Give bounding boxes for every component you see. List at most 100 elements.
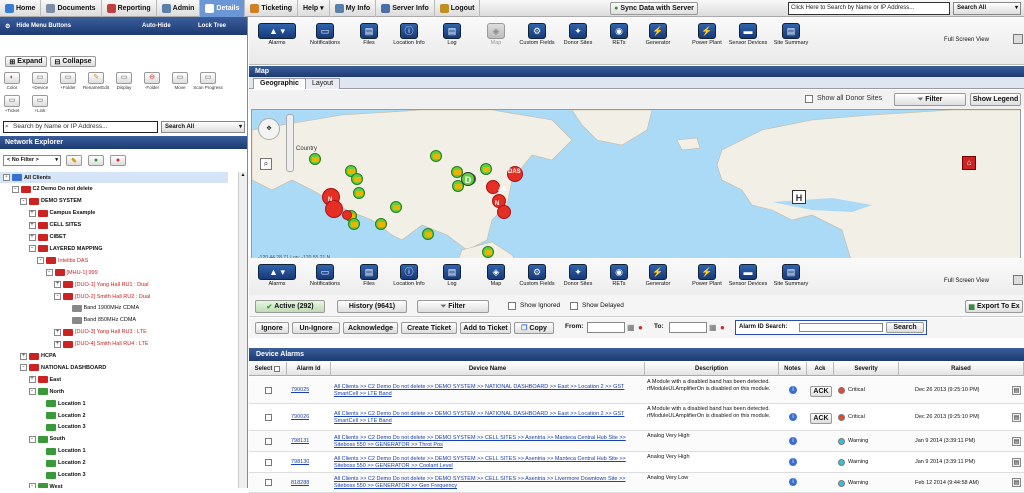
- collapse-node-icon[interactable]: -: [11, 185, 19, 193]
- action-copy[interactable]: ❐ Copy: [514, 322, 554, 334]
- tree-node[interactable]: + CELL SITES: [0, 220, 81, 231]
- auto-hide-toggle[interactable]: Auto-Hide: [142, 23, 171, 29]
- nav-details[interactable]: Details: [200, 0, 246, 17]
- tree-node[interactable]: - South: [0, 434, 65, 445]
- row-edit-icon[interactable]: ▤: [1012, 412, 1021, 422]
- nav-help[interactable]: Help ▾: [298, 0, 330, 17]
- ribbon-files[interactable]: ▤ Files: [349, 23, 389, 46]
- column-header-severity[interactable]: Severity: [834, 362, 899, 376]
- collapse-node-icon[interactable]: -: [28, 388, 36, 396]
- collapse-node-icon[interactable]: -: [20, 364, 27, 372]
- table-row[interactable]: 798130 All Clients >> C2 Demo Do not dele…: [249, 452, 1024, 473]
- map-tab-layout[interactable]: Layout: [305, 78, 341, 89]
- collapse-button[interactable]: ⊟ Collapse: [50, 56, 96, 67]
- map-marker-label[interactable]: N: [493, 200, 501, 208]
- add-filter-button[interactable]: ●: [88, 155, 104, 166]
- tree-node[interactable]: Location 3: [0, 470, 86, 481]
- collapse-node-icon[interactable]: -: [28, 435, 36, 443]
- site-marker-green[interactable]: [353, 187, 365, 199]
- sync-data-button[interactable]: ● Sync Data with Server: [610, 2, 698, 15]
- ribbon-notifications[interactable]: ▭ Notifications: [305, 23, 345, 46]
- remove-filter-button[interactable]: ●: [110, 155, 126, 166]
- row-edit-icon[interactable]: ▤: [1012, 385, 1021, 395]
- show-legend-button[interactable]: Show Legend: [970, 93, 1021, 106]
- ribbon-generator[interactable]: ⚡ Generator: [638, 23, 678, 46]
- info-icon[interactable]: i: [789, 385, 797, 394]
- tool-display[interactable]: ▭ Display: [112, 72, 136, 90]
- collapse-node-icon[interactable]: -: [45, 269, 53, 277]
- export-excel-button[interactable]: ▦ Export To Ex: [965, 300, 1023, 313]
- site-marker-green[interactable]: [348, 218, 360, 230]
- alarm-id-link[interactable]: 818288: [291, 473, 309, 493]
- column-header-select[interactable]: Select: [249, 362, 287, 376]
- tree-node[interactable]: Location 2: [0, 458, 86, 469]
- alarm-id-input[interactable]: [799, 323, 883, 332]
- ribbon-log[interactable]: ▤ Log: [432, 264, 472, 287]
- tree-node[interactable]: Location 1: [0, 446, 86, 457]
- tree-node[interactable]: + HCPA: [0, 351, 56, 362]
- tree-node[interactable]: + [DUO-1] Yang Hall RU1 : Dual: [0, 279, 148, 290]
- hide-menu-buttons[interactable]: Hide Menu Buttons: [16, 23, 71, 29]
- nav-documents[interactable]: Documents: [41, 0, 102, 17]
- ribbon-location-info[interactable]: ⓘ Location Info: [389, 23, 429, 46]
- map-pan-control[interactable]: ✥: [258, 118, 280, 140]
- tree-search-scope[interactable]: Search All ▾: [161, 121, 245, 133]
- ribbon-map[interactable]: ◈ Map: [476, 264, 516, 287]
- tree-search-input[interactable]: ⌕ Search by Name or IP Address...: [3, 121, 158, 133]
- collapse-node-icon[interactable]: -: [3, 174, 10, 181]
- tool-move[interactable]: ▭ Move: [168, 72, 192, 90]
- ribbon-rets[interactable]: ◉ RETs: [599, 23, 639, 46]
- calendar-icon[interactable]: ▦: [627, 323, 635, 332]
- tool-scan-progress[interactable]: ▭ Scan Progress: [193, 72, 223, 90]
- map-marker-label[interactable]: H: [792, 190, 806, 204]
- tree-node[interactable]: - NATIONAL DASHBOARD: [0, 362, 106, 373]
- tree-node[interactable]: + East: [0, 374, 61, 385]
- expand-node-icon[interactable]: +: [54, 340, 61, 348]
- ribbon-alarms[interactable]: ▲ ▾ Alarms: [251, 264, 303, 287]
- ribbon-map[interactable]: ◈ Map: [476, 23, 516, 46]
- map-marker-label[interactable]: D: [461, 172, 475, 186]
- map-zoom-slider[interactable]: [286, 114, 294, 172]
- edit-filter-button[interactable]: ✎: [66, 155, 82, 166]
- site-marker-green[interactable]: [351, 173, 363, 185]
- map-filter-button[interactable]: ⏷ Filter: [894, 93, 966, 106]
- tree-scrollbar[interactable]: ▲: [238, 172, 247, 488]
- row-select-checkbox[interactable]: [265, 413, 272, 421]
- tool--ticket[interactable]: ▭ +Ticket: [0, 95, 24, 113]
- column-header-ack[interactable]: Ack: [807, 362, 834, 376]
- zoom-in-icon[interactable]: ⌕: [260, 158, 272, 170]
- tool--device[interactable]: ▭ +Device: [28, 72, 52, 90]
- collapse-node-icon[interactable]: -: [20, 197, 27, 205]
- ribbon-notifications[interactable]: ▭ Notifications: [305, 264, 345, 287]
- ack-button[interactable]: ACK: [810, 412, 832, 424]
- lock-tree-toggle[interactable]: Lock Tree: [198, 23, 226, 29]
- to-date-input[interactable]: [669, 322, 707, 333]
- ribbon-site-summary[interactable]: ▤ Site Summary: [771, 23, 811, 46]
- tree-filter-select[interactable]: < No Filter > ▾: [3, 155, 61, 166]
- device-name-link[interactable]: All Clients >> C2 Demo Do not delete >> …: [334, 431, 640, 452]
- expand-node-icon[interactable]: +: [54, 281, 61, 289]
- column-header-description[interactable]: Description: [645, 362, 779, 376]
- ribbon-generator[interactable]: ⚡ Generator: [638, 264, 678, 287]
- nav-admin[interactable]: Admin: [157, 0, 201, 17]
- tree-node[interactable]: - West: [0, 481, 63, 488]
- select-all-checkbox[interactable]: [274, 365, 281, 372]
- action-create-ticket[interactable]: Create Ticket: [401, 322, 457, 334]
- action-ignore[interactable]: Ignore: [255, 322, 289, 334]
- nav-my-info[interactable]: My Info: [330, 0, 377, 17]
- column-header-device-name[interactable]: Device Name: [331, 362, 645, 376]
- site-marker-green[interactable]: [375, 218, 387, 230]
- info-icon[interactable]: i: [789, 412, 797, 421]
- column-header-raised[interactable]: Raised: [899, 362, 1024, 376]
- row-select-checkbox[interactable]: [265, 458, 272, 466]
- expand-node-icon[interactable]: +: [28, 209, 36, 217]
- tree-node[interactable]: + [DUO-3] Yang Hall RU3 : LTE: [0, 327, 147, 338]
- expand-node-icon[interactable]: +: [28, 221, 36, 229]
- tree-node[interactable]: + [DUO-4] Smith Hall RU4 : LTE: [0, 339, 149, 350]
- row-edit-icon[interactable]: ▤: [1012, 457, 1021, 467]
- geographic-map[interactable]: ✥ ⌕ Country ⌂ DNDASASNH -120.44 28.71 Lo…: [251, 109, 1021, 262]
- fullscreen-icon[interactable]: [1013, 34, 1023, 44]
- from-date-input[interactable]: [587, 322, 625, 333]
- expand-button[interactable]: ⊞ Expand: [5, 56, 47, 67]
- action-un-ignore[interactable]: Un-Ignore: [292, 322, 340, 334]
